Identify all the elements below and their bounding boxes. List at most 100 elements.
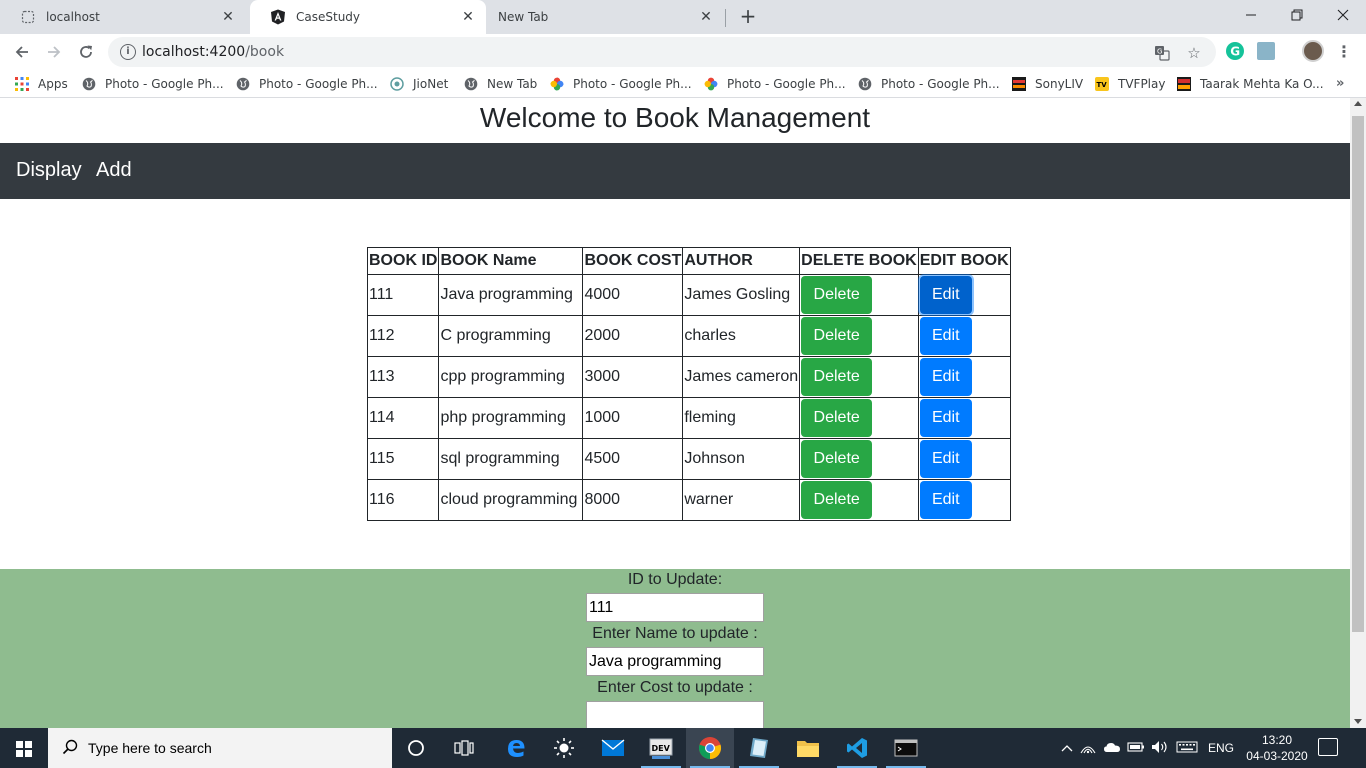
bookmark-photo-google-3[interactable]: Photo - Google Ph...	[550, 75, 692, 93]
page-icon	[20, 9, 36, 25]
network-icon[interactable]	[1076, 740, 1100, 757]
book-name-cell: Java programming	[438, 274, 584, 316]
nav-link-display[interactable]: Display	[16, 159, 82, 182]
bookmark-photo-google-1[interactable]: Photo - Google Ph...	[82, 75, 224, 93]
grammarly-icon[interactable]: G	[1226, 42, 1244, 60]
bookmark-label: TVFPlay	[1118, 77, 1166, 91]
chevron-up-icon[interactable]	[1058, 741, 1076, 755]
extension-icon[interactable]	[1257, 42, 1275, 60]
bookmark-label: SonyLIV	[1035, 77, 1084, 91]
scroll-down-arrow-icon[interactable]	[1354, 719, 1362, 724]
restore-button[interactable]	[1274, 0, 1320, 30]
edit-button[interactable]: Edit	[919, 276, 972, 314]
bookmark-apps[interactable]: Apps	[15, 75, 68, 93]
column-header-edit-book: EDIT BOOK	[917, 247, 1011, 275]
back-arrow-icon[interactable]	[10, 40, 34, 64]
vscode-app[interactable]	[833, 728, 881, 768]
edit-button[interactable]: Edit	[919, 358, 972, 396]
edit-button[interactable]: Edit	[919, 440, 972, 478]
browser-tab-localhost[interactable]: localhost ✕	[0, 0, 246, 34]
globe-icon	[858, 77, 872, 91]
scrollbar-thumb[interactable]	[1352, 116, 1364, 632]
delete-button[interactable]: Delete	[801, 317, 873, 355]
info-icon[interactable]: i	[120, 44, 136, 60]
taskbar-clock[interactable]: 13:20 04-03-2020	[1244, 732, 1310, 764]
svg-text:TV: TV	[1097, 81, 1108, 89]
translate-icon[interactable]: G	[1152, 43, 1172, 63]
bookmark-label: Taarak Mehta Ka O...	[1200, 77, 1324, 91]
browser-tab-strip: localhost ✕ CaseStudy ✕ New Tab ✕ +	[0, 0, 1366, 34]
task-view-button[interactable]	[440, 728, 488, 768]
taskbar-search-box[interactable]: Type here to search	[48, 728, 392, 768]
edge-icon	[508, 740, 525, 757]
touch-keyboard-icon[interactable]	[1172, 741, 1202, 756]
file-explorer-app[interactable]	[784, 728, 832, 768]
bookmark-photo-google-5[interactable]: Photo - Google Ph...	[858, 75, 1000, 93]
close-icon[interactable]: ✕	[698, 9, 714, 25]
edit-cell: Edit	[917, 356, 1011, 398]
edit-button[interactable]: Edit	[919, 317, 972, 355]
edit-cell: Edit	[917, 274, 1011, 316]
close-icon[interactable]: ✕	[220, 9, 236, 25]
book-id-cell: 116	[366, 479, 440, 521]
address-bar[interactable]: i localhost:4200/book G ☆	[108, 37, 1216, 67]
nav-link-add[interactable]: Add	[96, 159, 132, 182]
dev-app[interactable]: DEV	[637, 728, 685, 768]
delete-button[interactable]: Delete	[801, 276, 873, 314]
language-indicator[interactable]: ENG	[1208, 741, 1234, 755]
cost-to-update-label: Enter Cost to update :	[597, 679, 753, 696]
brightness-app[interactable]	[540, 728, 588, 768]
bookmark-taarak-mehta[interactable]: Taarak Mehta Ka O...	[1177, 75, 1324, 93]
book-name-cell: C programming	[438, 315, 584, 357]
chrome-app[interactable]	[686, 728, 734, 768]
edit-button[interactable]: Edit	[919, 399, 972, 437]
page-scrollbar[interactable]	[1350, 98, 1366, 728]
chevron-right-icon[interactable]: »	[1336, 76, 1344, 91]
google-photos-icon	[704, 77, 718, 91]
delete-button[interactable]: Delete	[801, 358, 873, 396]
start-button[interactable]	[0, 728, 48, 768]
minimize-button[interactable]	[1228, 0, 1274, 30]
bookmark-jionet[interactable]: JioNet	[390, 75, 448, 93]
reload-icon[interactable]	[74, 40, 98, 64]
bookmark-new-tab[interactable]: New Tab	[464, 75, 537, 93]
browser-tab-new-tab[interactable]: New Tab ✕	[488, 0, 724, 34]
author-cell: fleming	[682, 397, 801, 439]
bookmark-sonyliv[interactable]: SonyLIV	[1012, 75, 1083, 93]
volume-icon[interactable]	[1148, 740, 1172, 757]
bookmark-star-icon[interactable]: ☆	[1184, 43, 1204, 63]
notification-center-icon[interactable]	[1318, 738, 1338, 756]
notes-app[interactable]	[735, 728, 783, 768]
id-to-update-input[interactable]	[586, 593, 764, 622]
onedrive-cloud-icon[interactable]	[1100, 741, 1124, 756]
book-cost-cell: 4500	[582, 438, 684, 480]
forward-arrow-icon[interactable]	[42, 40, 66, 64]
book-id-cell: 115	[366, 438, 440, 480]
chrome-menu-icon[interactable]: ⋮	[1336, 40, 1352, 64]
bookmark-tvfplay[interactable]: TV TVFPlay	[1095, 75, 1165, 93]
bookmark-label: Apps	[38, 77, 68, 91]
page-viewport: Welcome to Book Management Display Add B…	[0, 98, 1350, 728]
name-to-update-input[interactable]	[586, 647, 764, 676]
close-window-button[interactable]	[1320, 0, 1366, 30]
mail-app[interactable]	[589, 728, 637, 768]
cost-to-update-input[interactable]	[586, 701, 764, 728]
cortana-button[interactable]	[392, 728, 440, 768]
bookmark-photo-google-2[interactable]: Photo - Google Ph...	[236, 75, 378, 93]
app-navbar: Display Add	[0, 143, 1350, 199]
edit-button[interactable]: Edit	[919, 481, 972, 519]
new-tab-button[interactable]: +	[736, 5, 760, 29]
book-cost-cell: 8000	[582, 479, 684, 521]
close-icon[interactable]: ✕	[460, 9, 476, 25]
browser-tab-casestudy[interactable]: CaseStudy ✕	[250, 0, 486, 34]
edge-app[interactable]	[492, 728, 540, 768]
delete-button[interactable]: Delete	[801, 440, 873, 478]
delete-button[interactable]: Delete	[801, 481, 873, 519]
delete-button[interactable]: Delete	[801, 399, 873, 437]
profile-avatar-icon[interactable]	[1302, 40, 1324, 62]
scroll-up-arrow-icon[interactable]	[1354, 101, 1362, 106]
terminal-app[interactable]	[882, 728, 930, 768]
bookmark-photo-google-4[interactable]: Photo - Google Ph...	[704, 75, 846, 93]
battery-icon[interactable]	[1124, 741, 1148, 755]
task-view-icon	[454, 740, 474, 756]
